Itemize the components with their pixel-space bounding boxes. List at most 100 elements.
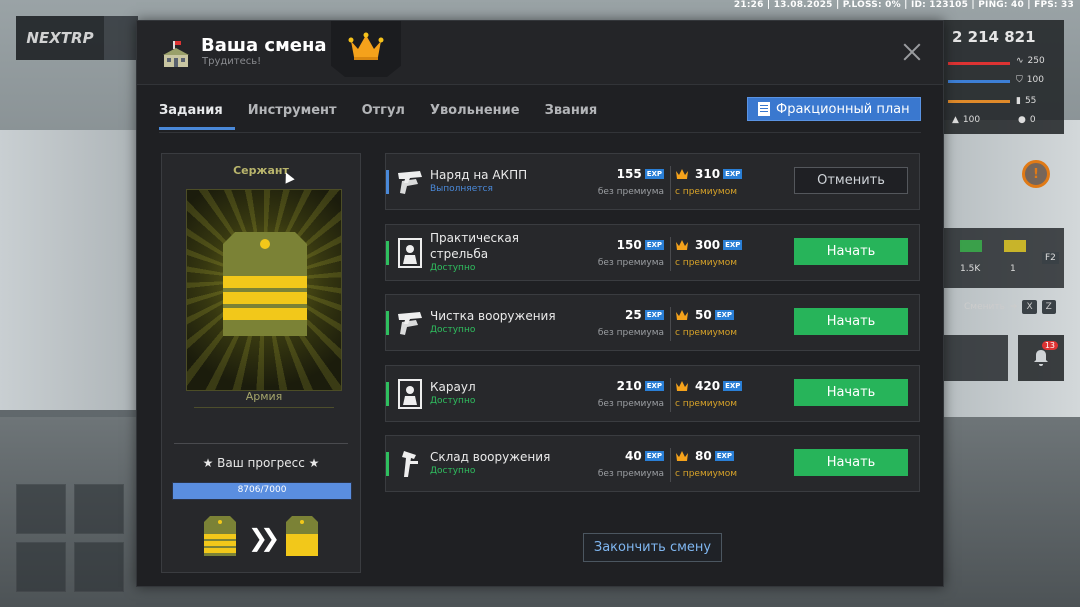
alert-icon[interactable]: ! — [1022, 160, 1050, 188]
modal-header: Ваша смена Трудитесь! — [137, 21, 943, 85]
crown-icon — [348, 32, 384, 60]
with-premium-label: с премиумом — [675, 399, 737, 409]
swap-key-z[interactable]: Z — [1041, 300, 1056, 314]
without-premium-label: без премиума — [597, 469, 664, 479]
exp-badge: EXP — [644, 240, 664, 250]
exp-premium-value: 420 — [695, 379, 721, 393]
weapon-slot[interactable] — [16, 542, 66, 592]
document-icon — [758, 102, 770, 116]
with-premium-label: с премиумом — [675, 469, 737, 479]
exp-base-value: 40 — [624, 449, 642, 463]
finish-shift-button[interactable]: Закончить смену — [583, 533, 722, 562]
tab-day-off[interactable]: Отгул — [350, 101, 417, 130]
exp-premium-value: 80 — [695, 449, 712, 463]
gun-icon — [396, 167, 424, 197]
start-task-button[interactable]: Начать — [794, 379, 908, 406]
ticket-icon — [1004, 240, 1026, 252]
exp-premium: 420 EXP — [675, 379, 743, 393]
exp-premium-value: 50 — [695, 308, 712, 322]
exp-divider — [670, 378, 671, 412]
task-name: Склад вооружения — [430, 450, 551, 464]
progress-title: ★ Ваш прогресс ★ — [202, 456, 320, 470]
faction-plan-button[interactable]: Фракционный план — [747, 97, 921, 121]
hud-mini-panel — [944, 335, 1008, 381]
task-status-strip — [386, 382, 389, 406]
task-status-strip — [386, 311, 389, 335]
task-status: Выполняется — [430, 184, 493, 194]
with-premium-label: с премиумом — [675, 328, 737, 338]
task-status: Доступно — [430, 396, 476, 406]
weapon-slot[interactable] — [74, 484, 124, 534]
swap-key-x[interactable]: X — [1022, 300, 1037, 314]
barracks-icon — [163, 41, 189, 67]
exp-base: 210 EXP — [598, 379, 664, 393]
exp-badge: EXP — [723, 381, 743, 391]
hud-left-panel — [104, 16, 138, 60]
ammo-bar — [948, 100, 1010, 103]
premium-tab[interactable] — [331, 21, 401, 77]
double-chevron-icon: ❯❯ — [248, 524, 280, 552]
task-row: Склад вооружения Доступно 40 EXP без премиум… — [385, 435, 920, 492]
health-stat: ∿ 250 — [1016, 56, 1045, 66]
start-task-button[interactable]: Начать — [794, 238, 908, 265]
exp-badge: EXP — [723, 240, 743, 250]
task-status-strip — [386, 241, 389, 265]
food-icon: ▲ — [952, 115, 959, 125]
crown-icon — [676, 240, 688, 250]
exp-base: 155 EXP — [598, 167, 664, 181]
modal-subtitle: Трудитесь! — [202, 56, 262, 67]
exp-base-value: 25 — [624, 308, 642, 322]
crown-icon — [676, 381, 688, 391]
rank-transition: ❯❯ — [202, 514, 322, 558]
exp-badge: EXP — [644, 451, 664, 461]
without-premium-label: без премиума — [597, 328, 664, 338]
modal-tabs: Задания Инструмент Отгул Увольнение Зван… — [159, 101, 610, 130]
shield-icon: ⛉ — [1016, 75, 1023, 85]
exp-base-value: 155 — [616, 167, 642, 181]
tab-ranks[interactable]: Звания — [533, 101, 610, 130]
without-premium-label: без премиума — [597, 258, 664, 268]
rank-card: Сержант Армия ★ Ваш прогресс ★ 8706/7000 — [161, 153, 361, 573]
cancel-task-button[interactable]: Отменить — [794, 167, 908, 194]
start-task-button[interactable]: Начать — [794, 308, 908, 335]
tab-tools[interactable]: Инструмент — [236, 101, 349, 130]
task-name: Практическая стрельба — [430, 231, 519, 261]
tab-dismissal[interactable]: Увольнение — [418, 101, 532, 130]
exp-divider — [670, 448, 671, 482]
item-count: 1 — [1010, 264, 1016, 274]
key-hint: F2 — [1042, 252, 1059, 264]
exp-badge: EXP — [723, 169, 743, 179]
task-status: Доступно — [430, 325, 476, 335]
weapon-slot[interactable] — [16, 484, 66, 534]
bell-icon — [1034, 350, 1048, 366]
exp-badge: EXP — [644, 310, 664, 320]
ammo-stat: ▮ 55 — [1016, 96, 1037, 106]
exp-premium: 50 EXP — [675, 308, 735, 322]
water-stat: ● 0 — [1018, 115, 1036, 125]
exp-base: 25 EXP — [598, 308, 664, 322]
close-button[interactable] — [901, 41, 923, 63]
task-status-strip — [386, 170, 389, 194]
tab-tasks[interactable]: Задания — [159, 101, 235, 130]
notifications-button[interactable]: 13 — [1018, 335, 1064, 381]
weapon-slot[interactable] — [74, 542, 124, 592]
wrench-icon — [396, 449, 424, 479]
notification-badge: 13 — [1041, 341, 1058, 350]
exp-divider — [670, 166, 671, 200]
hunger-stat: ▲ 100 — [952, 115, 981, 125]
target-icon — [396, 379, 424, 409]
exp-base: 40 EXP — [598, 449, 664, 463]
task-name: Наряд на АКПП — [430, 168, 528, 182]
start-task-button[interactable]: Начать — [794, 449, 908, 476]
progress-text: 8706/7000 — [237, 485, 287, 495]
progress-bar: 8706/7000 — [172, 482, 352, 500]
task-status: Доступно — [430, 466, 476, 476]
logo-text: NEXTRP — [26, 29, 94, 47]
money-value: 2 214 821 — [952, 28, 1036, 46]
exp-premium-value: 310 — [695, 167, 721, 181]
task-row: Чистка вооружения Доступно 25 EXP без премиу… — [385, 294, 920, 351]
rank-organization: Армия — [194, 390, 334, 408]
modal-title: Ваша смена — [201, 35, 327, 56]
faction-plan-label: Фракционный план — [776, 101, 910, 117]
exp-badge: EXP — [714, 310, 735, 320]
